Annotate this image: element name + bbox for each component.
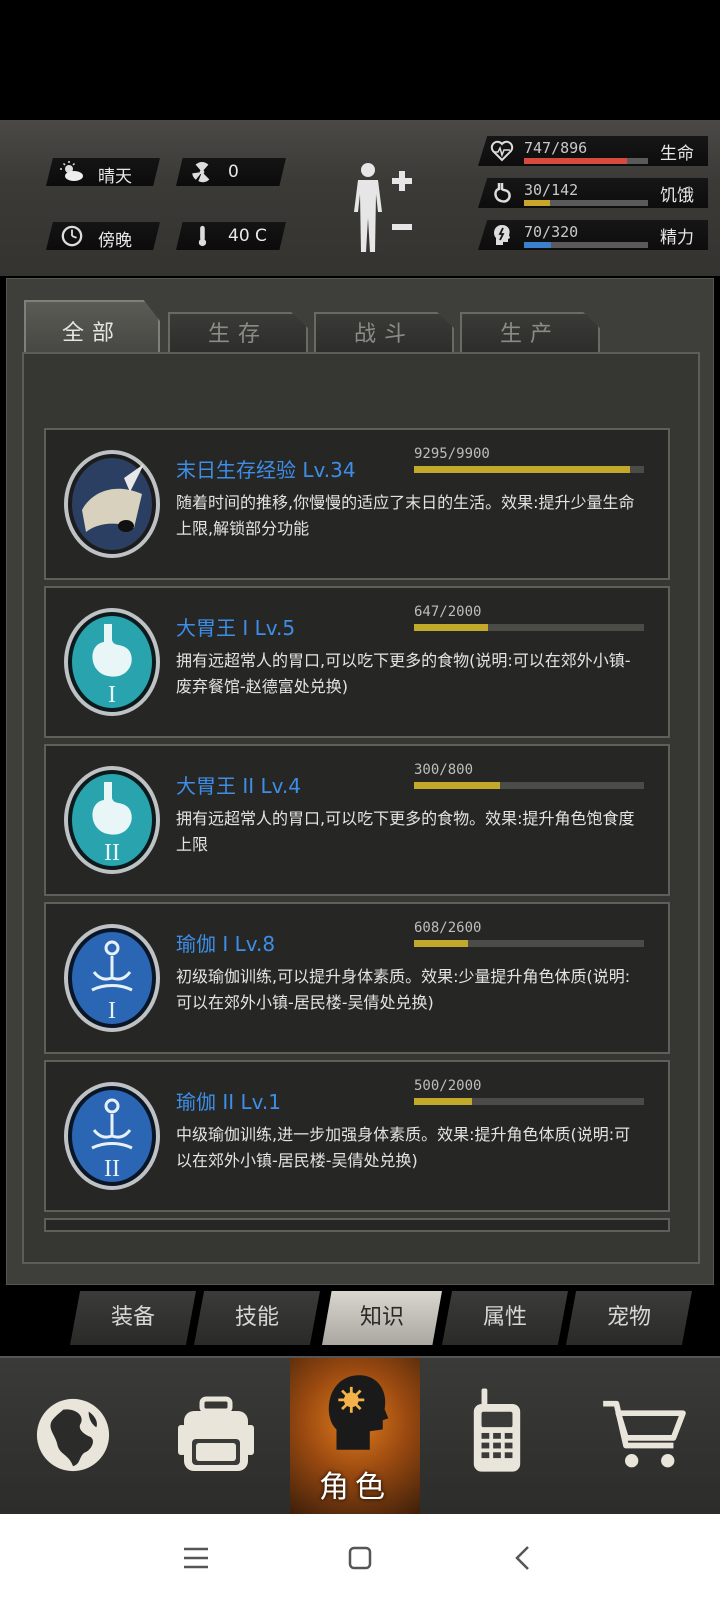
energy-bar xyxy=(524,242,648,248)
scroll-quill-icon xyxy=(64,450,160,558)
nav-character[interactable]: 角色 xyxy=(290,1358,420,1516)
skill-card-big-eater-1[interactable]: I 大胃王 I Lv.5 647/2000 拥有远超常人的胃口,可以吃下更多的食… xyxy=(44,586,670,738)
stomach-icon xyxy=(494,183,511,203)
skill-card-big-eater-2[interactable]: II 大胃王 II Lv.4 300/800 拥有远超常人的胃口,可以吃下更多的… xyxy=(44,744,670,896)
nav-world[interactable] xyxy=(0,1358,144,1516)
shopping-cart-icon xyxy=(603,1400,686,1468)
stomach-1-icon: I xyxy=(64,608,160,716)
skill-title: 大胃王 II Lv.4 xyxy=(176,774,302,798)
energy-stat: 70/320 精力 xyxy=(478,220,708,250)
walkie-talkie-icon xyxy=(473,1388,521,1472)
plus-icon xyxy=(392,171,412,191)
system-navigation-bar xyxy=(0,1514,720,1600)
back-icon[interactable] xyxy=(504,1542,544,1574)
skill-title: 大胃王 I Lv.5 xyxy=(176,616,296,640)
globe-icon xyxy=(36,1398,110,1472)
nav-character-label: 角色 xyxy=(319,1470,391,1505)
yoga-2-icon: II xyxy=(64,1082,160,1190)
skill-card-partial[interactable] xyxy=(44,1218,670,1232)
svg-text:I: I xyxy=(108,682,116,708)
hunger-bar xyxy=(524,200,648,206)
temperature-value: 40 C xyxy=(228,226,267,246)
skill-description: 中级瑜伽训练,进一步加强身体素质。效果:提升角色体质(说明:可以在郊外小镇-居民… xyxy=(176,1125,631,1170)
skill-description: 拥有远超常人的胃口,可以吃下更多的食物。效果:提升角色饱食度上限 xyxy=(176,809,635,854)
skill-card-yoga-2[interactable]: II 瑜伽 II Lv.1 500/2000 中级瑜伽训练,进一步加强身体素质。… xyxy=(44,1060,670,1212)
time-text: 傍晚 xyxy=(98,231,132,251)
radiation-pill: 0 xyxy=(176,158,286,186)
svg-text:II: II xyxy=(104,840,120,866)
subnav-skills[interactable]: 技能 xyxy=(194,1291,320,1345)
skill-title: 瑜伽 II Lv.1 xyxy=(176,1090,282,1114)
skill-progress-text: 647/2000 xyxy=(414,604,482,620)
skill-card-survival-experience[interactable]: 末日生存经验 Lv.34 9295/9900 随着时间的推移,你慢慢的适应了末日… xyxy=(44,428,670,580)
skill-progress-text: 608/2600 xyxy=(414,920,482,936)
skill-title: 末日生存经验 Lv.34 xyxy=(176,458,356,482)
main-nav: 角色 xyxy=(0,1356,720,1516)
energy-head-icon xyxy=(494,225,510,245)
nav-shop[interactable] xyxy=(576,1358,720,1516)
weather-pill: 晴天 xyxy=(46,158,160,186)
svg-text:I: I xyxy=(108,998,116,1024)
stomach-2-icon: II xyxy=(64,766,160,874)
character-subnav: 装备 技能 知识 属性 宠物 xyxy=(70,1291,710,1345)
energy-value: 70/320 xyxy=(524,223,579,241)
time-pill: 傍晚 xyxy=(46,222,160,250)
skill-progress-bar xyxy=(414,782,644,789)
energy-label: 精力 xyxy=(660,228,694,248)
home-icon[interactable] xyxy=(340,1542,380,1574)
menu-icon[interactable] xyxy=(176,1542,216,1574)
skill-description: 初级瑜伽训练,可以提升身体素质。效果:少量提升角色体质(说明:可以在郊外小镇-居… xyxy=(176,967,631,1012)
thermometer-icon xyxy=(198,225,207,247)
nav-backpack[interactable] xyxy=(144,1358,288,1516)
heart-icon xyxy=(490,140,514,162)
skill-progress-text: 500/2000 xyxy=(414,1078,482,1094)
skill-title: 瑜伽 I Lv.8 xyxy=(176,932,276,956)
skill-progress-bar xyxy=(414,1098,644,1105)
skill-card-yoga-1[interactable]: I 瑜伽 I Lv.8 608/2600 初级瑜伽训练,可以提升身体素质。效果:… xyxy=(44,902,670,1054)
skill-progress-text: 9295/9900 xyxy=(414,446,490,462)
backpack-icon xyxy=(178,1396,254,1471)
weather-icon xyxy=(60,161,83,181)
skill-progress-bar xyxy=(414,624,644,631)
hunger-value: 30/142 xyxy=(524,181,579,199)
subnav-equipment[interactable]: 装备 xyxy=(70,1291,196,1345)
yoga-1-icon: I xyxy=(64,924,160,1032)
radiation-icon xyxy=(192,162,210,183)
hunger-stat: 30/142 饥饿 xyxy=(478,178,708,208)
radiation-value: 0 xyxy=(228,162,239,182)
nav-radio[interactable] xyxy=(430,1358,570,1516)
health-label: 生命 xyxy=(660,144,694,164)
health-bar xyxy=(524,158,648,164)
minus-icon xyxy=(392,224,412,230)
subnav-attributes[interactable]: 属性 xyxy=(442,1291,568,1345)
body-status-button[interactable] xyxy=(348,160,432,256)
health-value: 747/896 xyxy=(524,139,588,157)
weather-text: 晴天 xyxy=(98,167,132,187)
tab-all[interactable]: 全部 xyxy=(24,300,160,360)
clock-icon xyxy=(61,225,83,247)
health-stat: 747/896 生命 xyxy=(478,136,708,166)
skill-description: 拥有远超常人的胃口,可以吃下更多的食物(说明:可以在郊外小镇-废弃餐馆-赵德富处… xyxy=(176,651,631,696)
game-screen: { "status": { "weather": "晴天", "radiatio… xyxy=(0,0,720,1600)
skill-progress-text: 300/800 xyxy=(414,762,474,778)
subnav-pets[interactable]: 宠物 xyxy=(566,1291,692,1345)
subnav-knowledge[interactable]: 知识 xyxy=(322,1291,442,1345)
skill-progress-bar xyxy=(414,466,644,473)
hunger-label: 饥饿 xyxy=(660,186,694,206)
character-head-icon xyxy=(328,1375,389,1450)
skill-progress-bar xyxy=(414,940,644,947)
skill-description: 随着时间的推移,你慢慢的适应了末日的生活。效果:提升少量生命上限,解锁部分功能 xyxy=(176,493,635,538)
svg-text:II: II xyxy=(104,1156,120,1182)
temperature-pill: 40 C xyxy=(176,222,286,250)
